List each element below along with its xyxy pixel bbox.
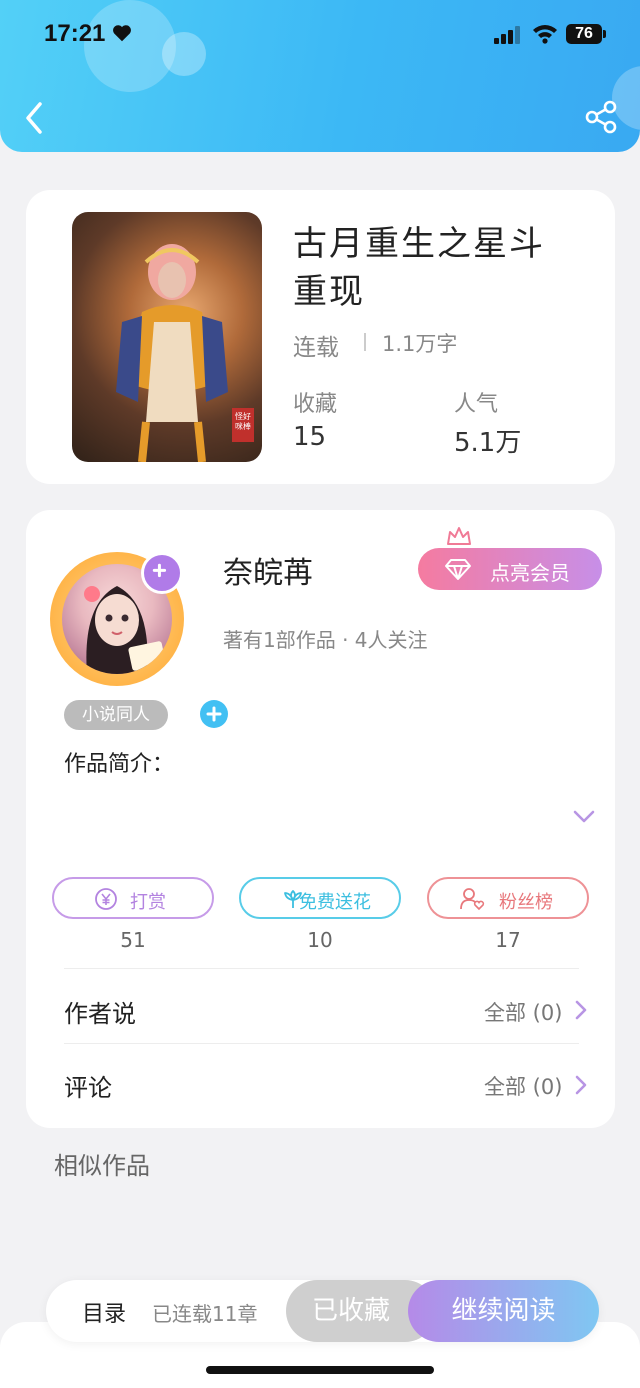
expand-chevron-icon[interactable] — [572, 806, 596, 826]
bottom-action-bar: 目录 已连载11章 已收藏 继续阅读 — [46, 1280, 599, 1342]
battery-nub — [603, 30, 606, 38]
category-tag[interactable]: 小说同人 — [64, 700, 168, 730]
reward-count: 51 — [120, 928, 146, 952]
chapter-count: 已连载11章 — [152, 1302, 258, 1326]
fans-ranking-button[interactable]: 粉丝榜 — [427, 877, 589, 919]
divider — [64, 1043, 579, 1044]
vip-button-label: 点亮会员 — [490, 561, 570, 585]
vip-button[interactable]: 点亮会员 — [418, 548, 602, 590]
comments-label: 评论 — [64, 1074, 112, 1102]
favorites-label: 收藏 — [293, 392, 338, 417]
share-icon[interactable] — [584, 100, 618, 134]
book-title-line: 重现 — [293, 272, 365, 312]
book-title: 古月重生之星斗 重现 — [293, 220, 593, 316]
divider — [64, 968, 579, 969]
decor-bubble — [162, 32, 206, 76]
user-heart-icon — [460, 888, 485, 911]
yen-coin-icon — [95, 888, 117, 910]
similar-works-heading: 相似作品 — [54, 1152, 150, 1180]
popularity-label: 人气 — [454, 392, 499, 417]
fans-count: 17 — [495, 928, 521, 952]
follow-author-button[interactable] — [141, 552, 183, 594]
book-cover[interactable]: 怪好 咪棒 — [72, 212, 262, 462]
cover-illustration — [116, 244, 228, 462]
chevron-right-icon — [575, 1075, 587, 1095]
reward-button[interactable]: 打赏 — [52, 877, 214, 919]
add-tag-button[interactable] — [200, 700, 228, 728]
toc-button[interactable]: 目录 — [82, 1296, 126, 1328]
diamond-icon — [445, 559, 471, 580]
wifi-icon — [533, 25, 557, 44]
intro-label: 作品简介： — [64, 752, 175, 777]
author-says-all: 全部 (0) — [484, 1001, 563, 1025]
reward-label: 打赏 — [130, 892, 166, 913]
author-meta: 著有1部作品 · 4人关注 — [223, 628, 428, 652]
home-indicator — [206, 1366, 434, 1374]
book-title-line: 古月重生之星斗 — [293, 224, 545, 264]
cover-seal: 怪好 咪棒 — [232, 408, 254, 442]
book-status: 连载 — [293, 335, 339, 361]
status-time: 17:21 — [44, 20, 106, 47]
chevron-right-icon — [575, 1000, 587, 1020]
back-button[interactable] — [22, 100, 48, 136]
book-word-count: 1.1万字 — [382, 332, 458, 356]
send-flower-button[interactable]: 免费送花 — [239, 877, 401, 919]
separator — [364, 333, 366, 351]
battery-indicator: 76 — [566, 24, 602, 44]
comments-all: 全部 (0) — [484, 1075, 563, 1099]
author-card: 奈皖苒 著有1部作品 · 4人关注 点亮会员 小说同人 作品简介： 打赏 免费送… — [26, 510, 615, 1128]
heart-icon — [113, 25, 131, 42]
fans-ranking-label: 粉丝榜 — [499, 892, 553, 913]
send-flower-label: 免费送花 — [299, 892, 371, 913]
book-info-card: 怪好 咪棒 古月重生之星斗 重现 连载 1.1万字 收藏 15 人气 5.1万 — [26, 190, 615, 484]
favorites-value: 15 — [293, 422, 327, 452]
popularity-value: 5.1万 — [454, 428, 522, 458]
author-name[interactable]: 奈皖苒 — [223, 548, 313, 592]
crown-icon — [447, 527, 471, 545]
author-says-label: 作者说 — [64, 1000, 136, 1028]
flower-count: 10 — [307, 928, 333, 952]
signal-icon — [494, 26, 520, 44]
continue-reading-button[interactable]: 继续阅读 — [408, 1280, 599, 1342]
